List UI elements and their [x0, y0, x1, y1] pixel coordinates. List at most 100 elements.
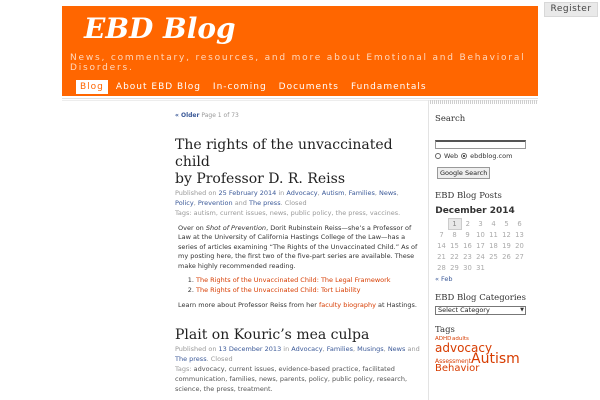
- category-link[interactable]: Policy: [175, 199, 194, 207]
- category-link[interactable]: News: [379, 189, 397, 197]
- and-word: and: [407, 345, 420, 353]
- faculty-bio-link[interactable]: faculty biography: [319, 301, 376, 309]
- radio-site[interactable]: [461, 153, 468, 159]
- post-title[interactable]: The rights of the unvaccinated child by …: [175, 137, 420, 188]
- calendar-day: 31: [476, 264, 485, 272]
- calendar-day: 12: [502, 231, 511, 239]
- in-word: in: [278, 189, 285, 197]
- chevron-down-icon: ▼: [520, 306, 524, 313]
- calendar-day: 5: [504, 220, 509, 228]
- calendar-day: 21: [437, 253, 446, 261]
- category-link[interactable]: The press: [249, 199, 281, 207]
- category-select-value: Select Category: [438, 305, 490, 314]
- sidebar-divider: [428, 100, 429, 400]
- category-link[interactable]: The press: [175, 355, 207, 363]
- search-heading: Search: [435, 114, 466, 124]
- post-tags: Tags: autism, current issues, news, publ…: [175, 208, 420, 218]
- calendar-month: December 2014: [435, 206, 515, 216]
- nav-item-fundamentals[interactable]: Fundamentals: [347, 80, 431, 94]
- calendar: 1 2 3 4 5 6 7 8 9 10 11 12 13 14 15 16 17 18 19 20 21 22 23 24 2…: [435, 218, 526, 274]
- blog-tagline: News, commentary, resources, and more ab…: [70, 53, 526, 73]
- calendar-day: 1: [447, 218, 462, 230]
- post-title-line[interactable]: The rights of the unvaccinated child: [175, 137, 420, 171]
- category-select[interactable]: Select Category ▼: [435, 305, 526, 315]
- post-body: Over on Shot of Prevention, Dorit Rubins…: [175, 224, 420, 310]
- search-options: Web ebdblog.com: [435, 152, 535, 160]
- post: The rights of the unvaccinated child by …: [175, 137, 420, 310]
- category-link[interactable]: News: [388, 345, 406, 353]
- list-item: The Rights of the Unvaccinated Child: Th…: [196, 276, 420, 286]
- calendar-day: [487, 263, 500, 274]
- category-link[interactable]: Families: [349, 189, 375, 197]
- post-tags: Tags: advocacy, current issues, evidence…: [175, 364, 420, 394]
- text-run: Learn more about Professor Reiss from he…: [178, 301, 319, 310]
- category-link[interactable]: Advocacy: [291, 345, 322, 353]
- main-content: « Older Page 1 of 73 The rights of the u…: [175, 112, 420, 393]
- site-header: EBD Blog News, commentary, resources, an…: [62, 6, 538, 96]
- category-link[interactable]: Autism: [322, 189, 345, 197]
- text-run: at Hastings.: [375, 301, 417, 310]
- calendar-week: 7 8 9 10 11 12 13: [435, 230, 526, 241]
- post: Plait on Kouric’s mea culpa Published on…: [175, 327, 420, 394]
- category-link[interactable]: Musings: [357, 345, 384, 353]
- radio-web[interactable]: [435, 153, 441, 159]
- calendar-prev-link[interactable]: « Feb: [435, 275, 535, 283]
- category-link[interactable]: Advocacy: [286, 189, 317, 197]
- nav-item-about[interactable]: About EBD Blog: [112, 80, 205, 94]
- calendar-day: 7: [439, 231, 444, 239]
- nav-item-in-coming[interactable]: In-coming: [209, 80, 271, 94]
- post-title-line[interactable]: by Professor D. R. Reiss: [175, 171, 420, 188]
- category-link[interactable]: Prevention: [198, 199, 233, 207]
- google-search-button[interactable]: Google Search: [437, 167, 491, 179]
- header-divider: [62, 98, 538, 99]
- older-posts-link[interactable]: « Older: [175, 112, 199, 119]
- calendar-day: 29: [450, 264, 459, 272]
- register-button[interactable]: Register: [544, 2, 598, 17]
- sidebar-hatch: [430, 100, 538, 104]
- calendar-day: 23: [463, 253, 472, 261]
- nav-item-blog[interactable]: Blog: [76, 80, 108, 94]
- calendar-day: 8: [452, 231, 457, 240]
- calendar-day: 24: [476, 253, 485, 261]
- sidebar: Search Web ebdblog.com Google Search EBD…: [435, 114, 535, 375]
- category-link[interactable]: Families: [327, 345, 353, 353]
- blog-title[interactable]: EBD Blog: [84, 12, 236, 45]
- pager: « Older Page 1 of 73: [175, 112, 420, 124]
- article-link[interactable]: The Rights of the Unvaccinated Child: To…: [196, 286, 360, 294]
- calendar-week: 123456: [435, 218, 526, 230]
- categories-heading: EBD Blog Categories: [435, 292, 526, 303]
- in-word: in: [283, 345, 290, 353]
- calendar-day: 16: [463, 242, 472, 250]
- tags-label: Tags:: [175, 209, 192, 217]
- post-date[interactable]: 13 December 2013: [219, 345, 282, 353]
- calendar-day: 10: [476, 231, 485, 239]
- comments-status: Closed: [210, 355, 233, 363]
- calendar-day: 25: [489, 253, 498, 261]
- tags-list[interactable]: autism, current issues, news, public pol…: [194, 209, 401, 217]
- article-link[interactable]: The Rights of the Unvaccinated Child: Th…: [196, 276, 391, 284]
- and-word: and: [234, 199, 247, 207]
- calendar-day: 26: [502, 253, 511, 261]
- calendar-day: 3: [478, 220, 483, 228]
- calendar-day: 11: [489, 231, 498, 239]
- tag-cloud: ADHD adults advocacy Assessment Autism B…: [435, 335, 535, 375]
- tag-link[interactable]: Behavior: [435, 363, 479, 374]
- post-date[interactable]: 25 February 2014: [219, 189, 277, 197]
- calendar-day: 17: [476, 242, 485, 250]
- page-indicator: Page 1 of 73: [201, 112, 239, 119]
- list-item: The Rights of the Unvaccinated Child: To…: [196, 286, 420, 296]
- search-input[interactable]: [435, 140, 526, 149]
- post-title[interactable]: Plait on Kouric’s mea culpa: [175, 327, 420, 344]
- tags-heading: Tags: [435, 324, 455, 335]
- text-emphasis: Shot of Prevention: [205, 224, 267, 232]
- calendar-day: 30: [463, 264, 472, 272]
- calendar-day: 14: [437, 242, 446, 250]
- post-paragraph: Over on Shot of Prevention, Dorit Rubins…: [178, 224, 420, 271]
- nav-item-documents[interactable]: Documents: [275, 80, 343, 94]
- post-paragraph: Learn more about Professor Reiss from he…: [178, 301, 420, 310]
- tags-list[interactable]: advocacy, current issues, evidence-based…: [175, 365, 407, 393]
- calendar-day: 6: [517, 220, 522, 228]
- calendar-day: [435, 219, 448, 230]
- text-run: Over on: [178, 224, 206, 232]
- calendar-week: 21 22 23 24 25 26 27: [435, 252, 526, 263]
